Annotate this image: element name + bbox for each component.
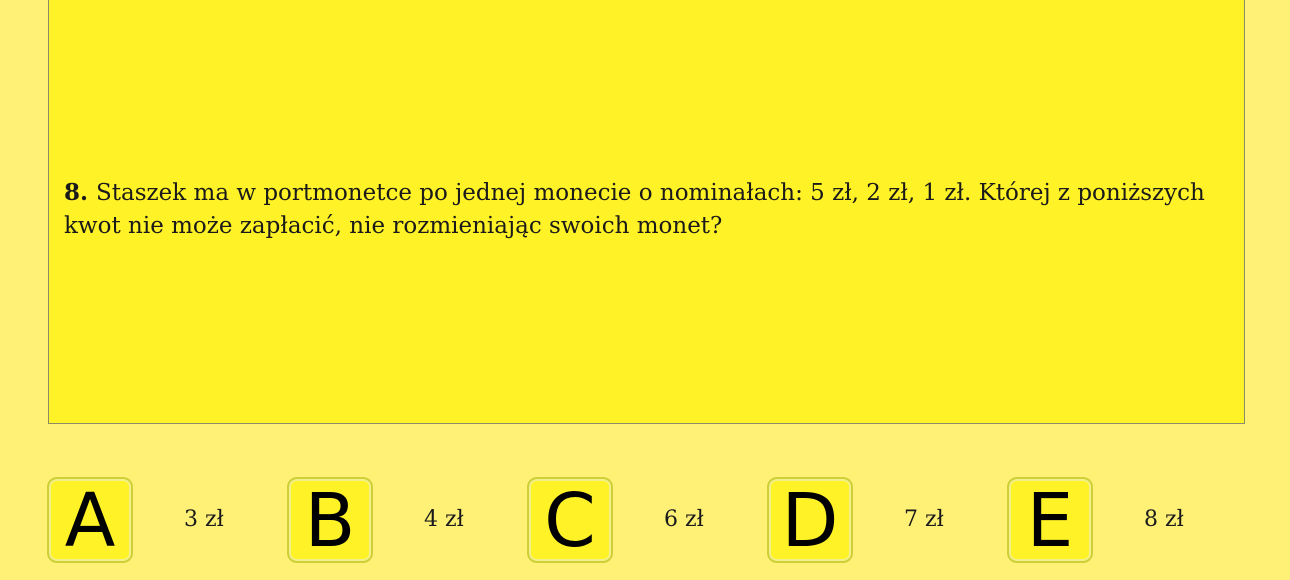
answer-option-e[interactable]: E 8 zł [1007, 477, 1207, 563]
answer-e-letter: E [1026, 478, 1074, 564]
answer-b-value: 4 zł [424, 507, 464, 532]
answer-d-letter: D [781, 478, 839, 564]
question-number: 8. [64, 179, 89, 206]
answer-e-button[interactable]: E [1007, 477, 1093, 563]
answer-d-value: 7 zł [904, 507, 944, 532]
answer-d-button[interactable]: D [767, 477, 853, 563]
answer-e-value: 8 zł [1144, 507, 1184, 532]
answer-c-button[interactable]: C [527, 477, 613, 563]
answer-options: A 3 zł B 4 zł C 6 zł D 7 zł E 8 zł [0, 477, 1290, 563]
answer-option-a[interactable]: A 3 zł [47, 477, 247, 563]
answer-option-b[interactable]: B 4 zł [287, 477, 487, 563]
answer-option-c[interactable]: C 6 zł [527, 477, 727, 563]
answer-b-letter: B [304, 478, 356, 564]
answer-b-button[interactable]: B [287, 477, 373, 563]
question-panel: 8. Staszek ma w portmonetce po jednej mon… [48, 0, 1245, 424]
question-text-block: 8. Staszek ma w portmonetce po jednej mon… [64, 176, 1236, 243]
answer-a-button[interactable]: A [47, 477, 133, 563]
answer-c-value: 6 zł [664, 507, 704, 532]
answer-c-letter: C [544, 478, 596, 564]
question-text: Staszek ma w portmonetce po jednej monec… [64, 180, 1205, 239]
answer-a-letter: A [64, 478, 116, 564]
answer-a-value: 3 zł [184, 507, 224, 532]
answer-option-d[interactable]: D 7 zł [767, 477, 967, 563]
